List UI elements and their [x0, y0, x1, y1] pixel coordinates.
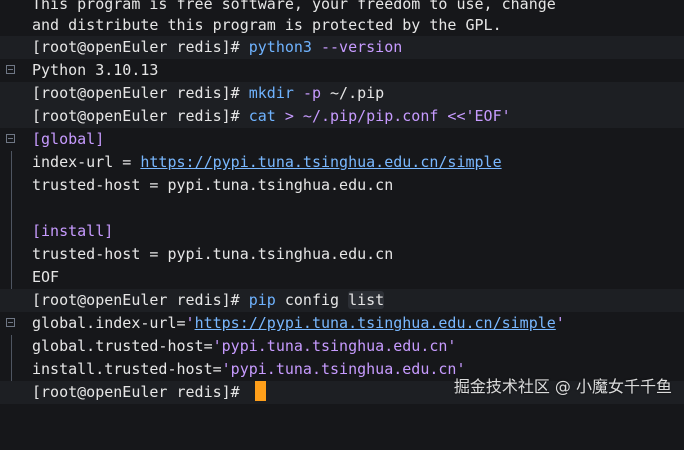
- pip-output-line: global.index-url='https://pypi.tuna.tsin…: [0, 312, 684, 358]
- command-arg: ~/.pip: [330, 84, 385, 102]
- conf-line: index-url = https://pypi.tuna.tsinghua.e…: [0, 151, 684, 197]
- pip-index-url-link[interactable]: https://pypi.tuna.tsinghua.edu.cn/simple: [195, 314, 556, 332]
- command-text: [root@openEuler redis]# cat > ~/.pip/pip…: [32, 105, 511, 128]
- command-flag: -p: [302, 84, 321, 102]
- command-arg: list: [348, 291, 385, 309]
- conf-trusted-host: trusted-host = pypi.tuna.tsinghua.edu.cn: [32, 245, 394, 263]
- command-text: [root@openEuler redis]# python3 --versio…: [32, 36, 402, 59]
- conf-global-section: [global]: [32, 130, 105, 148]
- conf-line: trusted-host = pypi.tuna.tsinghua.edu.cn: [0, 243, 684, 289]
- conf-install-section: [install]: [32, 222, 114, 240]
- watermark: 掘金技术社区 @ 小魔女千千鱼: [453, 377, 672, 396]
- pip-output-line: global.trusted-host='pypi.tuna.tsinghua.…: [0, 335, 684, 381]
- command-args: > ~/.pip/pip.conf <<'EOF': [284, 107, 511, 125]
- command-text: [root@openEuler redis]# pip config list: [32, 289, 385, 312]
- conf-index-url-link[interactable]: https://pypi.tuna.tsinghua.edu.cn/simple: [140, 153, 501, 171]
- command-name: python3: [248, 38, 312, 56]
- command-line-mkdir: [root@openEuler redis]# mkdir -p ~/.pip: [0, 82, 684, 105]
- command-text: [root@openEuler redis]# mkdir -p ~/.pip: [32, 82, 384, 105]
- heredoc-eof: EOF: [32, 268, 60, 286]
- shell-prompt: [root@openEuler redis]#: [32, 107, 249, 125]
- command-name: cat: [248, 107, 276, 125]
- command-name: mkdir: [248, 84, 294, 102]
- shell-prompt: [root@openEuler redis]#: [32, 38, 249, 56]
- shell-prompt: [root@openEuler redis]#: [32, 383, 249, 401]
- command-name: pip: [248, 291, 276, 309]
- conf-line: [install]: [0, 220, 684, 266]
- terminal-window[interactable]: This program is free software, your free…: [0, 0, 684, 411]
- conf-blank-line: [0, 197, 684, 243]
- pip-trusted-install-key: install.trusted-host=: [32, 360, 222, 378]
- conf-trusted-host: trusted-host = pypi.tuna.tsinghua.edu.cn: [32, 176, 394, 194]
- pip-trusted-global-key: global.trusted-host=: [32, 337, 213, 355]
- intro-text-2: and distribute this program is protected…: [32, 16, 502, 34]
- conf-index-url-key: index-url =: [32, 153, 141, 171]
- text-cursor[interactable]: [254, 381, 266, 401]
- shell-prompt: [root@openEuler redis]#: [32, 84, 249, 102]
- pip-trusted-global-value: 'pypi.tuna.tsinghua.edu.cn': [212, 337, 457, 355]
- conf-line: EOF: [0, 266, 684, 301]
- command-line-cat: [root@openEuler redis]# cat > ~/.pip/pip…: [0, 105, 684, 143]
- command-flag: --version: [321, 38, 403, 56]
- output-line-python: Python 3.10.13: [0, 59, 684, 94]
- command-line-python: [root@openEuler redis]# python3 --versio…: [0, 36, 684, 74]
- pip-index-url-key: global.index-url=: [32, 314, 186, 332]
- conf-line: trusted-host = pypi.tuna.tsinghua.edu.cn: [0, 174, 684, 220]
- shell-prompt: [root@openEuler redis]#: [32, 291, 249, 309]
- python-version-output: Python 3.10.13: [32, 61, 159, 79]
- command-subcommand: config: [284, 291, 340, 309]
- command-line-pip: [root@openEuler redis]# pip config list: [0, 289, 684, 327]
- intro-line-2: and distribute this program is protected…: [0, 14, 684, 37]
- conf-line: [global]: [0, 128, 684, 174]
- pip-trusted-install-value: 'pypi.tuna.tsinghua.edu.cn': [221, 360, 466, 378]
